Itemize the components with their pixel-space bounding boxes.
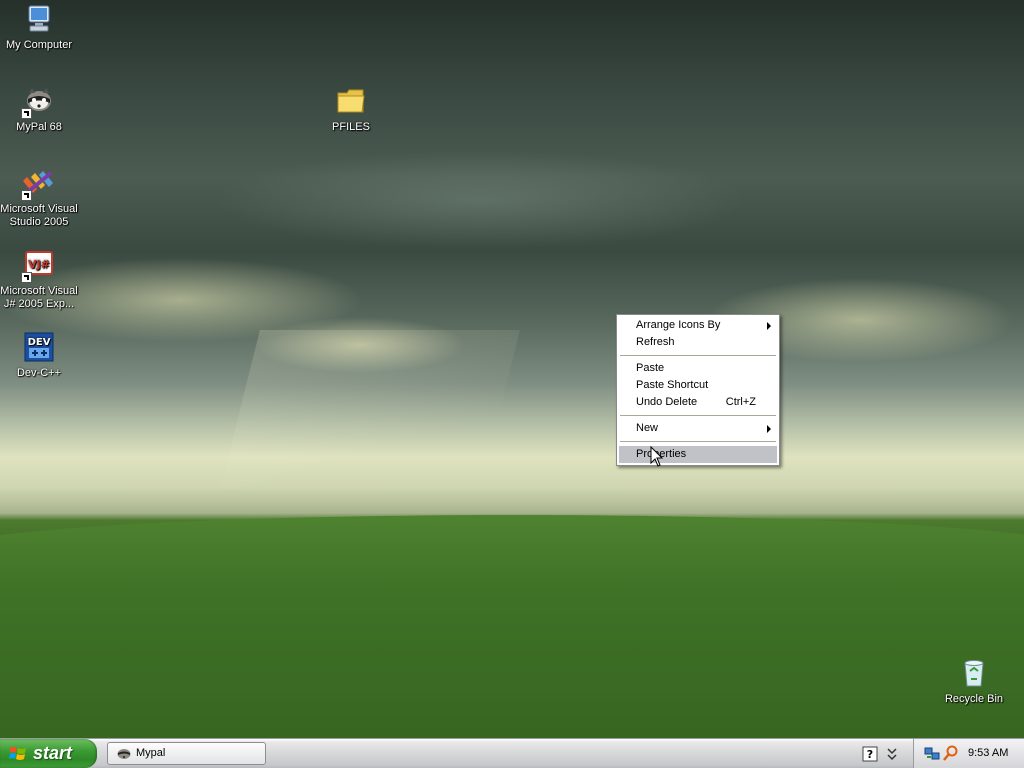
desktop-icon-label: MyPal 68 [16, 121, 62, 133]
quick-launch-chevron-icon[interactable] [884, 746, 900, 762]
mypal-raccoon-icon [21, 85, 55, 119]
mypal-raccoon-icon [117, 749, 131, 759]
network-icon[interactable] [924, 745, 940, 761]
menu-item-label: Paste Shortcut [636, 379, 709, 391]
taskbar: start Mypal ? 9:53 AM [0, 738, 1024, 768]
menu-separator [620, 441, 776, 442]
windows-flag-icon [9, 747, 26, 760]
menu-item-arrange-icons-by[interactable]: Arrange Icons By [619, 317, 777, 334]
shortcut-arrow-icon [21, 272, 32, 283]
menu-item-label: Arrange Icons By [636, 319, 721, 331]
start-label: start [33, 743, 73, 763]
shortcut-arrow-icon [21, 108, 32, 119]
menu-separator [620, 415, 776, 416]
recycle-bin-icon [958, 657, 990, 689]
desktop-icon-visual-jsharp[interactable]: VJ# Microsoft Visual J# 2005 Exp... [0, 249, 79, 311]
menu-item-new[interactable]: New [619, 420, 777, 437]
menu-item-shortcut: Ctrl+Z [725, 396, 756, 408]
desktop-icon-label: PFILES [332, 121, 370, 133]
taskbar-button-mypal[interactable]: Mypal [107, 742, 266, 765]
visual-studio-icon [21, 167, 55, 201]
desktop-context-menu: Arrange Icons By Refresh Paste Paste Sho… [616, 314, 780, 466]
sun-rays [220, 330, 520, 490]
menu-item-label: Refresh [636, 336, 675, 348]
menu-item-properties[interactable]: Properties [619, 446, 777, 463]
desktop-icon-label: My Computer [5, 39, 73, 51]
search-icon[interactable] [943, 745, 959, 761]
menu-item-paste[interactable]: Paste [619, 360, 777, 377]
desktop-icon-label: Microsoft Visual J# 2005 Exp... [0, 285, 78, 310]
folder-icon [335, 85, 367, 117]
menu-item-undo-delete[interactable]: Undo Delete Ctrl+Z [619, 394, 777, 411]
svg-text:?: ? [867, 748, 873, 761]
submenu-arrow-icon [767, 425, 771, 433]
desktop[interactable]: My Computer MyPal 68 Microsoft Visual St… [0, 0, 1024, 738]
menu-item-label: New [636, 422, 659, 434]
my-computer-icon [23, 3, 55, 35]
start-button[interactable]: start [0, 739, 97, 768]
desktop-icon-mypal[interactable]: MyPal 68 [0, 85, 79, 134]
clock[interactable]: 9:53 AM [968, 739, 1008, 768]
grass-hill [0, 515, 1024, 738]
system-tray: 9:53 AM [913, 739, 1024, 768]
desktop-icon-pfiles[interactable]: PFILES [311, 85, 391, 134]
desktop-icon-label: Dev-C++ [16, 367, 62, 379]
menu-item-refresh[interactable]: Refresh [619, 334, 777, 351]
desktop-icon-dev-cpp[interactable]: DEV Dev-C++ [0, 331, 79, 380]
mouse-cursor-icon [650, 446, 664, 467]
desktop-icon-label: Microsoft Visual Studio 2005 [0, 203, 78, 228]
desktop-icon-label: Recycle Bin [944, 693, 1004, 705]
desktop-icon-recycle-bin[interactable]: Recycle Bin [934, 657, 1014, 706]
desktop-icon-my-computer[interactable]: My Computer [0, 3, 79, 52]
menu-item-paste-shortcut[interactable]: Paste Shortcut [619, 377, 777, 394]
help-icon[interactable]: ? [862, 746, 878, 762]
desktop-icon-visual-studio[interactable]: Microsoft Visual Studio 2005 [0, 167, 79, 229]
menu-item-label: Undo Delete [636, 396, 698, 408]
menu-item-label: Paste [636, 362, 665, 374]
shortcut-arrow-icon [21, 190, 32, 201]
badge-text: VJ# [28, 258, 50, 271]
submenu-arrow-icon [767, 322, 771, 330]
menu-separator [620, 355, 776, 356]
visual-jsharp-icon: VJ# [21, 249, 55, 283]
badge-text: DEV [28, 337, 51, 348]
dev-cpp-icon: DEV [23, 331, 55, 363]
taskbar-button-label: Mypal [136, 747, 166, 759]
